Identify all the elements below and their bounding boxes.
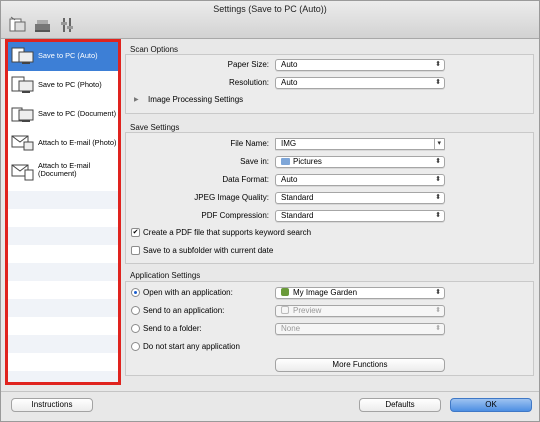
subfolder-checkbox[interactable] [131, 246, 140, 255]
save-pc-document-icon [11, 104, 35, 124]
save-pc-photo-icon [11, 75, 35, 95]
scan-options-heading: Scan Options [130, 45, 179, 54]
sidebar-item-label: Save to PC (Auto) [38, 51, 98, 60]
sidebar-item-save-pc-auto[interactable]: Save to PC (Auto) [8, 42, 118, 71]
updown-icon: ⬍ [435, 289, 441, 296]
file-name-value: IMG [281, 139, 297, 148]
settings-window: Settings (Save to PC (Auto)) Save to PC … [0, 0, 540, 422]
keyword-search-checkbox[interactable]: ✔ [131, 228, 140, 237]
jpeg-quality-select[interactable]: Standard ⬍ [275, 192, 445, 204]
file-name-label: File Name: [230, 139, 269, 148]
save-pc-auto-icon [11, 46, 35, 66]
jpeg-quality-label: JPEG Image Quality: [194, 193, 269, 202]
window-title: Settings (Save to PC (Auto)) [213, 4, 327, 14]
open-with-select[interactable]: My Image Garden ⬍ [275, 287, 445, 299]
resolution-value: Auto [281, 78, 298, 87]
sidebar-item-label: Attach to E-mail (Document) [38, 162, 90, 178]
sidebar-item-label: Attach to E-mail (Photo) [38, 138, 117, 147]
updown-icon: ⬍ [435, 176, 441, 183]
sidebar-empty-row [8, 263, 118, 281]
application-settings-heading: Application Settings [130, 271, 201, 280]
more-functions-button[interactable]: More Functions [275, 358, 445, 372]
ok-button[interactable]: OK [450, 398, 532, 412]
pdf-compression-value: Standard [281, 211, 314, 220]
sidebar-item-save-pc-photo[interactable]: Save to PC (Photo) [8, 71, 118, 100]
keyword-search-label: Create a PDF file that supports keyword … [143, 228, 312, 237]
open-with-value: My Image Garden [293, 288, 358, 297]
save-in-value: Pictures [293, 157, 322, 166]
data-format-select[interactable]: Auto ⬍ [275, 174, 445, 186]
sidebar-label-line2: (Document) [38, 169, 77, 178]
updown-icon: ⬍ [435, 212, 441, 219]
sidebar-item-save-pc-document[interactable]: Save to PC (Document) [8, 100, 118, 129]
sidebar-empty-row [8, 245, 118, 263]
image-garden-icon [281, 288, 289, 296]
data-format-value: Auto [281, 175, 298, 184]
sidebar-empty-row [8, 281, 118, 299]
sidebar-empty-row [8, 209, 118, 227]
do-not-start-radio[interactable] [131, 342, 140, 351]
updown-icon: ⬍ [435, 61, 441, 68]
sidebar-empty-row [8, 299, 118, 317]
send-to-folder-radio[interactable] [131, 324, 140, 333]
send-to-app-label: Send to an application: [143, 306, 225, 315]
updown-icon: ⬍ [435, 158, 441, 165]
subfolder-label: Save to a subfolder with current date [143, 246, 274, 255]
updown-icon: ⬍ [435, 325, 441, 332]
save-in-select[interactable]: Pictures ⬍ [275, 156, 445, 168]
send-to-folder-label: Send to a folder: [143, 324, 202, 333]
sidebar-empty-row [8, 317, 118, 335]
resolution-label: Resolution: [228, 78, 269, 87]
pdf-compression-label: PDF Compression: [201, 211, 269, 220]
paper-size-label: Paper Size: [227, 60, 269, 69]
sidebar-empty-row [8, 191, 118, 209]
open-with-radio[interactable] [131, 288, 140, 297]
send-to-app-value: Preview [293, 306, 322, 315]
preview-icon [281, 306, 289, 314]
send-to-folder-select[interactable]: None ⬍ [275, 323, 445, 335]
resolution-select[interactable]: Auto ⬍ [275, 77, 445, 89]
sidebar-item-email-photo[interactable]: Attach to E-mail (Photo) [8, 129, 118, 158]
jpeg-quality-value: Standard [281, 193, 314, 202]
instructions-button[interactable]: Instructions [11, 398, 93, 412]
general-settings-icon[interactable] [57, 16, 83, 36]
send-to-app-radio[interactable] [131, 306, 140, 315]
save-in-label: Save in: [240, 157, 269, 166]
chevron-down-icon[interactable]: ▾ [434, 139, 441, 149]
data-format-label: Data Format: [222, 175, 269, 184]
sidebar-empty-row [8, 353, 118, 371]
email-photo-icon [11, 133, 35, 153]
title-bar: Settings (Save to PC (Auto)) [1, 1, 539, 39]
folder-icon [281, 158, 290, 165]
save-settings-heading: Save Settings [130, 123, 180, 132]
do-not-start-label: Do not start any application [143, 342, 240, 351]
send-to-app-select[interactable]: Preview ⬍ [275, 305, 445, 317]
updown-icon: ⬍ [435, 79, 441, 86]
paper-size-select[interactable]: Auto ⬍ [275, 59, 445, 71]
scan-mode-sidebar: Save to PC (Auto) Save to PC (Photo) Sav… [5, 39, 121, 385]
sidebar-empty-row [8, 371, 118, 382]
sidebar-item-email-document[interactable]: Attach to E-mail (Document) [8, 158, 118, 191]
email-document-icon [11, 162, 35, 182]
sidebar-item-label: Save to PC (Photo) [38, 80, 102, 89]
sidebar-empty-row [8, 335, 118, 353]
send-to-folder-value: None [281, 324, 301, 333]
paper-size-value: Auto [281, 60, 298, 69]
updown-icon: ⬍ [435, 307, 441, 314]
open-with-label: Open with an application: [143, 288, 233, 297]
scan-to-pc-icon[interactable] [7, 16, 33, 36]
defaults-button[interactable]: Defaults [359, 398, 441, 412]
image-processing-settings-toggle[interactable]: Image Processing Settings [148, 95, 243, 104]
footer-divider [1, 391, 539, 392]
updown-icon: ⬍ [435, 194, 441, 201]
sidebar-item-label: Save to PC (Document) [38, 109, 117, 118]
scanner-icon[interactable] [32, 16, 58, 36]
pdf-compression-select[interactable]: Standard ⬍ [275, 210, 445, 222]
sidebar-empty-row [8, 227, 118, 245]
file-name-combo[interactable]: IMG ▾ [275, 138, 445, 150]
disclosure-triangle-icon[interactable]: ▶ [134, 96, 139, 103]
